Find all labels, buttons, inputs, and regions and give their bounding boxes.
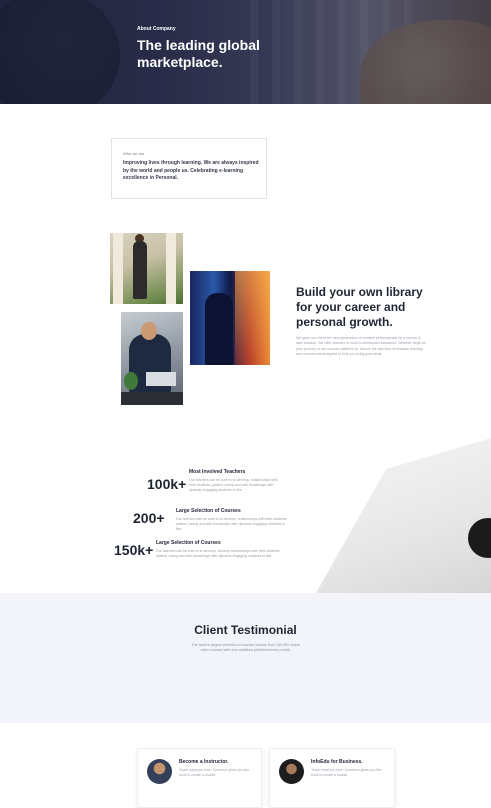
stat-title: Large Selection of Courses (156, 540, 221, 546)
stat-description: Our learners can be sure to to develop, … (176, 517, 288, 531)
student-standing-photo (110, 233, 183, 304)
student-laptop-photo (121, 312, 183, 405)
stat-number: 200+ (133, 510, 165, 526)
testimonial-text: The world's largest selection of courses… (191, 643, 300, 653)
avatar (279, 759, 304, 784)
photo-person (133, 241, 147, 299)
card-description: Teach what you love. Corsebox gives you … (311, 768, 382, 777)
stats-background-shape (316, 438, 491, 593)
photo-plant (124, 372, 138, 390)
about-label: Who we are (123, 151, 145, 156)
stat-description: Our learners can be sure to to develop, … (189, 478, 278, 492)
testimonial-section (0, 593, 491, 723)
photo-laptop (146, 372, 176, 386)
stat-title: Most Involved Teachers (189, 469, 246, 475)
stat-title: Large Selection of Courses (176, 508, 241, 514)
about-text: Improving lives through learning. We are… (123, 160, 259, 181)
photo-person (205, 293, 233, 365)
stat-number: 150k+ (114, 542, 154, 558)
card-title: Become a Instructor. (179, 759, 229, 765)
neon-lights-photo (190, 271, 270, 365)
hero-eyebrow: About Company (137, 26, 176, 32)
become-instructor-card[interactable]: Become a Instructor. Teach what you love… (137, 748, 262, 808)
photo-desk (121, 392, 183, 405)
library-text: We gave our client the next generation o… (296, 336, 426, 357)
photo-neon-glow (235, 271, 270, 365)
photo-column (113, 233, 123, 304)
business-card[interactable]: InfoEdu for Business. Teach what you lov… (269, 748, 395, 808)
stat-number: 100k+ (147, 476, 187, 492)
library-heading: Build your own library for your career a… (296, 285, 423, 329)
photo-person-head (141, 322, 157, 340)
stat-description: Our learners can be sure to to develop, … (156, 549, 281, 558)
photo-column (166, 233, 176, 304)
card-title: InfoEdu for Business. (311, 759, 363, 765)
stats-background-image (316, 438, 491, 593)
testimonial-heading: Client Testimonial (194, 623, 297, 637)
about-card: Who we are Improving lives through learn… (111, 138, 267, 199)
card-description: Teach what you love. Corsebox gives you … (179, 768, 250, 777)
avatar (147, 759, 172, 784)
hero-title: The leading global marketplace. (137, 37, 260, 70)
